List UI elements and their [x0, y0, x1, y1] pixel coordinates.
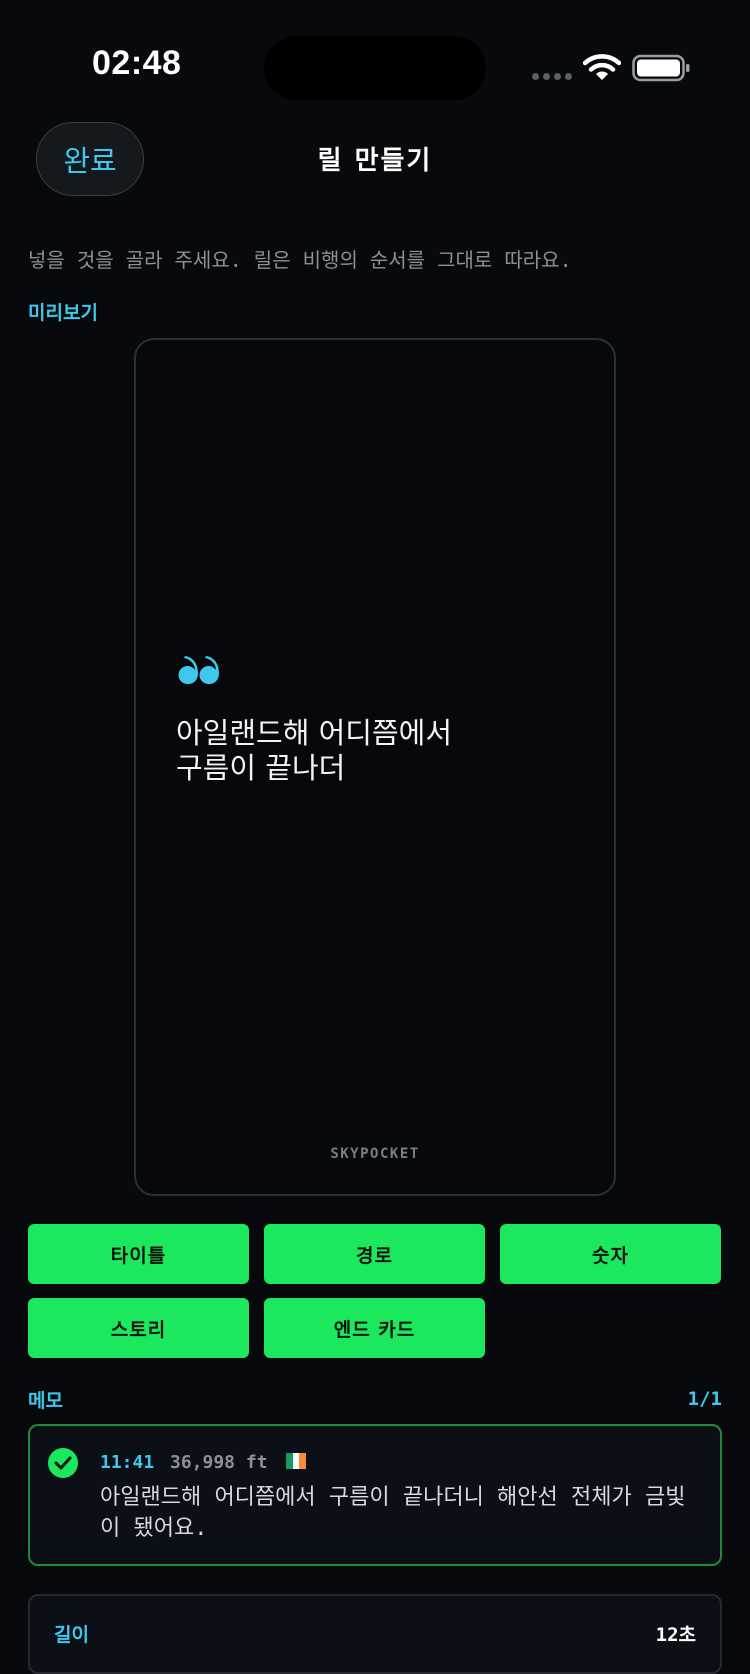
quote-text: 아일랜드해 어디쯤에서 구름이 끝나더	[176, 716, 452, 786]
memo-text: 아일랜드해 어디쯤에서 구름이 끝나더니 해안선 전체가 금빛이 됐어요.	[100, 1485, 686, 1541]
memo-altitude: 36,998 ft	[170, 1452, 268, 1473]
preview-label: 미리보기	[28, 302, 98, 324]
battery-icon	[632, 54, 690, 82]
page-title: 릴 만들기	[317, 146, 433, 176]
quote-line-2: 구름이 끝나더	[176, 751, 346, 785]
cellular-signal-icon	[532, 73, 572, 80]
checkmark-icon[interactable]	[48, 1448, 78, 1478]
brand-watermark: SKYPOCKET	[330, 1146, 420, 1162]
section-chip-end-card[interactable]: 엔드 카드	[264, 1298, 485, 1358]
length-value: 12초	[655, 1624, 696, 1646]
memo-label: 메모	[28, 1390, 63, 1412]
section-chip-title[interactable]: 타이틀	[28, 1224, 249, 1284]
wifi-icon	[583, 54, 621, 80]
length-label: 길이	[54, 1624, 89, 1646]
memo-item[interactable]: 11:41 36,998 ft 아일랜드해 어디쯤에서 구름이 끝나더니 해안선…	[28, 1424, 722, 1566]
memo-count: 1/1	[687, 1388, 722, 1410]
dynamic-island	[264, 36, 486, 100]
ireland-flag-icon	[286, 1453, 307, 1469]
section-chip-route[interactable]: 경로	[264, 1224, 485, 1284]
check-glyph-icon	[54, 1456, 72, 1470]
section-chip-story[interactable]: 스토리	[28, 1298, 249, 1358]
quote-line-1: 아일랜드해 어디쯤에서	[176, 716, 453, 750]
length-row[interactable]: 길이 12초	[28, 1594, 722, 1674]
status-time: 02:48	[92, 44, 182, 82]
quote-open-icon	[178, 656, 219, 684]
section-chip-numbers[interactable]: 숫자	[500, 1224, 721, 1284]
reel-preview-card: 아일랜드해 어디쯤에서 구름이 끝나더 SKYPOCKET	[134, 338, 616, 1196]
instruction-text: 넣을 것을 골라 주세요. 릴은 비행의 순서를 그대로 따라요.	[28, 248, 572, 272]
memo-time: 11:41	[100, 1452, 155, 1473]
